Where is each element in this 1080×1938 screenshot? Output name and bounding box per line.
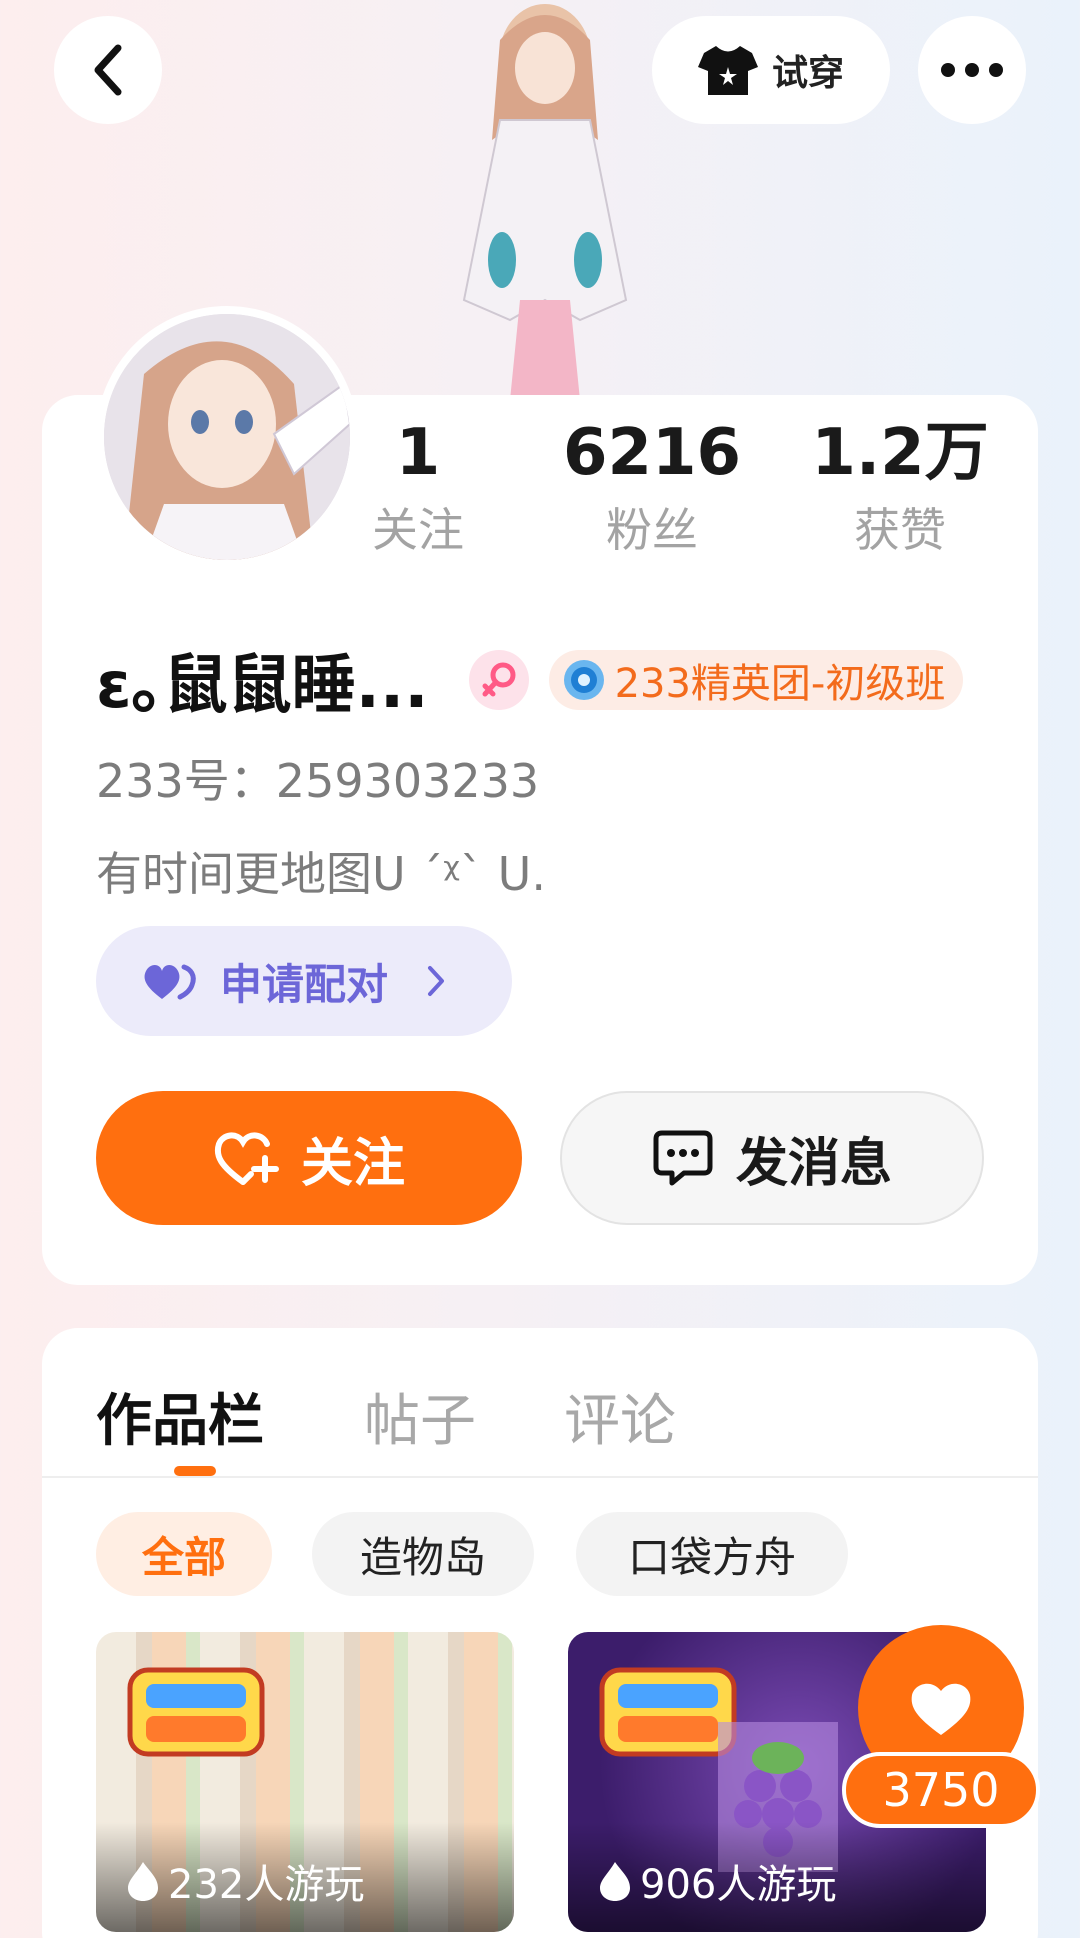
follow-label: 关注 <box>300 1133 405 1194</box>
stat-label: 获赞 <box>854 503 946 558</box>
flame-icon <box>128 1862 158 1901</box>
chat-bubble-icon <box>653 1130 713 1186</box>
try-on-button[interactable]: 试穿 <box>652 16 890 124</box>
elite-group-label: 233精英团-初级班 <box>614 661 946 707</box>
avatar[interactable] <box>96 306 358 568</box>
more-dots-icon <box>941 63 1003 77</box>
user-bio: 有时间更地图U ˊᵡˋ U. <box>96 847 546 901</box>
stat-label: 粉丝 <box>606 503 698 558</box>
send-message-button[interactable]: 发消息 <box>560 1091 984 1225</box>
play-count: 232人游玩 <box>126 1852 364 1910</box>
chevron-left-icon <box>94 44 122 96</box>
avatar-portrait <box>104 314 350 560</box>
stat-label: 关注 <box>372 503 464 558</box>
avatar-3d-figure <box>430 0 660 400</box>
tab-divider <box>42 1476 1038 1478</box>
filter-all[interactable]: 全部 <box>96 1512 272 1596</box>
tshirt-icon <box>697 46 758 95</box>
stat-value: 6216 <box>562 416 742 490</box>
user-id: 233号：259303233 <box>96 754 540 808</box>
send-message-label: 发消息 <box>735 1133 892 1194</box>
play-count-label: 906人游玩 <box>640 1862 837 1908</box>
heart-icon <box>911 1683 971 1735</box>
female-icon <box>468 650 529 710</box>
request-pair-button[interactable]: 申请配对 <box>96 926 512 1036</box>
request-pair-label: 申请配对 <box>220 959 389 1009</box>
more-button[interactable] <box>918 16 1026 124</box>
hearts-icon <box>144 964 196 1000</box>
tab-comments[interactable]: 评论 <box>564 1376 676 1457</box>
name-row: ɛ｡鼠鼠睡... 233精英团-初级班 <box>96 634 964 726</box>
follow-button[interactable]: 关注 <box>96 1091 522 1225</box>
medal-icon <box>563 660 604 700</box>
tab-works[interactable]: 作品栏 <box>96 1376 264 1457</box>
stat-value: 1.2万 <box>811 416 989 490</box>
game-logo-icon <box>126 1662 266 1762</box>
username: ɛ｡鼠鼠睡... <box>96 649 429 723</box>
elite-group-badge[interactable]: 233精英团-初级班 <box>548 650 964 710</box>
play-count: 906人游玩 <box>598 1852 836 1910</box>
stat-fans[interactable]: 6216 粉丝 <box>552 418 752 560</box>
tab-posts[interactable]: 帖子 <box>364 1376 476 1457</box>
work-card[interactable]: 232人游玩 <box>96 1632 514 1932</box>
filter-creation-island[interactable]: 造物岛 <box>312 1512 534 1596</box>
play-count-label: 232人游玩 <box>168 1862 365 1908</box>
tab-indicator <box>174 1466 216 1476</box>
flame-icon <box>600 1862 630 1901</box>
try-on-label: 试穿 <box>771 53 844 94</box>
like-count: 3750 <box>842 1752 1040 1828</box>
chevron-right-icon <box>428 966 445 996</box>
filter-pocket-ark[interactable]: 口袋方舟 <box>576 1512 848 1596</box>
back-button[interactable] <box>54 16 162 124</box>
stat-likes[interactable]: 1.2万 获赞 <box>800 418 1000 560</box>
heart-plus-icon <box>214 1132 279 1185</box>
game-logo-icon <box>598 1662 738 1762</box>
works-card: 作品栏 帖子 评论 全部 造物岛 口袋方舟 232人游玩 906人游玩 <box>42 1328 1038 1938</box>
